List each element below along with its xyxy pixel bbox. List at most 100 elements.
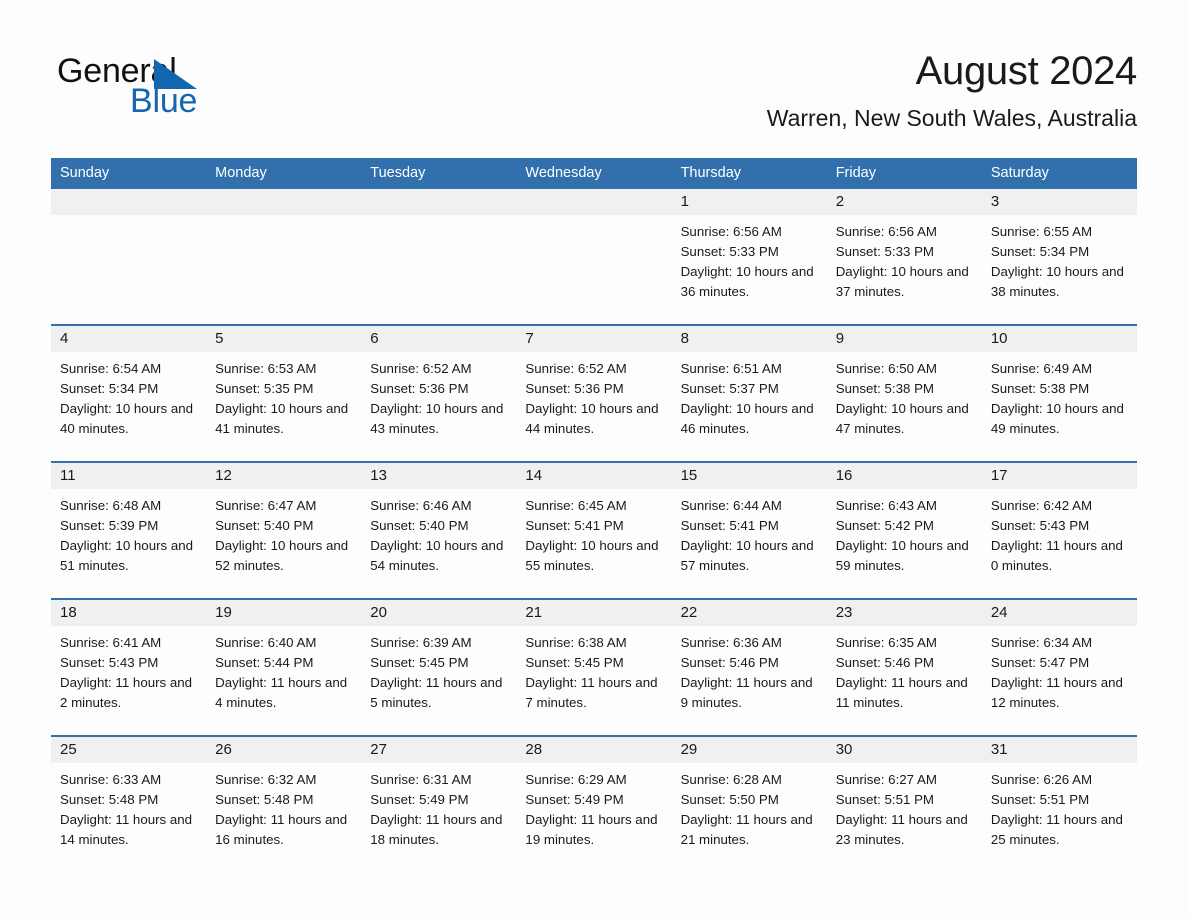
sunset-text: Sunset: 5:39 PM xyxy=(60,518,159,533)
day-cell[interactable]: 8 Sunrise: 6:51 AM Sunset: 5:37 PM Dayli… xyxy=(671,326,827,452)
day-number: 13 xyxy=(361,463,517,489)
daylight-text: Daylight: 10 hours and 46 minutes. xyxy=(680,401,814,436)
day-cell[interactable] xyxy=(361,189,517,315)
day-number: 15 xyxy=(671,463,827,489)
day-number: 22 xyxy=(671,600,827,626)
day-cell[interactable]: 6 Sunrise: 6:52 AM Sunset: 5:36 PM Dayli… xyxy=(361,326,517,452)
daylight-text: Daylight: 10 hours and 54 minutes. xyxy=(370,538,504,573)
sunset-text: Sunset: 5:45 PM xyxy=(370,655,469,670)
sunrise-text: Sunrise: 6:53 AM xyxy=(215,361,317,376)
sunrise-text: Sunrise: 6:48 AM xyxy=(60,498,162,513)
sunrise-text: Sunrise: 6:51 AM xyxy=(680,361,782,376)
calendar-grid: Sunday Monday Tuesday Wednesday Thursday… xyxy=(51,158,1137,863)
sunrise-text: Sunrise: 6:46 AM xyxy=(370,498,472,513)
day-details: Sunrise: 6:52 AM Sunset: 5:36 PM Dayligh… xyxy=(516,352,671,439)
day-details: Sunrise: 6:31 AM Sunset: 5:49 PM Dayligh… xyxy=(361,763,516,850)
day-details: Sunrise: 6:34 AM Sunset: 5:47 PM Dayligh… xyxy=(982,626,1137,713)
day-details xyxy=(206,215,361,222)
day-cell[interactable]: 26 Sunrise: 6:32 AM Sunset: 5:48 PM Dayl… xyxy=(206,737,362,863)
sunset-text: Sunset: 5:34 PM xyxy=(60,381,159,396)
day-number: 5 xyxy=(206,326,362,352)
day-number: 25 xyxy=(51,737,207,763)
day-cell[interactable]: 16 Sunrise: 6:43 AM Sunset: 5:42 PM Dayl… xyxy=(826,463,982,589)
sunset-text: Sunset: 5:47 PM xyxy=(990,655,1090,670)
day-number: 30 xyxy=(826,737,982,763)
daylight-text: Daylight: 11 hours and 14 minutes. xyxy=(60,812,193,847)
day-number: 12 xyxy=(206,463,362,489)
day-number xyxy=(51,189,207,215)
day-details xyxy=(361,215,516,222)
day-cell[interactable]: 29 Sunrise: 6:28 AM Sunset: 5:50 PM Dayl… xyxy=(671,737,827,863)
day-cell[interactable]: 7 Sunrise: 6:52 AM Sunset: 5:36 PM Dayli… xyxy=(516,326,672,452)
day-cell[interactable]: 31 Sunrise: 6:26 AM Sunset: 5:51 PM Dayl… xyxy=(981,737,1137,863)
day-cell[interactable] xyxy=(51,189,207,315)
daylight-text: Daylight: 10 hours and 57 minutes. xyxy=(680,538,814,573)
day-cell[interactable]: 17 Sunrise: 6:42 AM Sunset: 5:43 PM Dayl… xyxy=(981,463,1137,589)
logo-text-blue: Blue xyxy=(130,82,198,120)
weekday-header-thursday: Thursday xyxy=(680,165,742,181)
day-cell[interactable]: 1 Sunrise: 6:56 AM Sunset: 5:33 PM Dayli… xyxy=(671,189,827,315)
day-details: Sunrise: 6:49 AM Sunset: 5:38 PM Dayligh… xyxy=(982,352,1137,439)
day-cell[interactable]: 12 Sunrise: 6:47 AM Sunset: 5:40 PM Dayl… xyxy=(206,463,362,589)
day-cell[interactable]: 22 Sunrise: 6:36 AM Sunset: 5:46 PM Dayl… xyxy=(671,600,827,726)
day-cell[interactable]: 5 Sunrise: 6:53 AM Sunset: 5:35 PM Dayli… xyxy=(206,326,362,452)
day-details: Sunrise: 6:33 AM Sunset: 5:48 PM Dayligh… xyxy=(51,763,206,850)
day-cell[interactable]: 23 Sunrise: 6:35 AM Sunset: 5:46 PM Dayl… xyxy=(826,600,982,726)
daylight-text: Daylight: 11 hours and 5 minutes. xyxy=(370,675,503,710)
daylight-text: Daylight: 11 hours and 19 minutes. xyxy=(525,812,658,847)
day-details xyxy=(51,215,206,222)
day-cell[interactable] xyxy=(206,189,362,315)
daylight-text: Daylight: 11 hours and 23 minutes. xyxy=(835,812,968,847)
day-details: Sunrise: 6:41 AM Sunset: 5:43 PM Dayligh… xyxy=(51,626,206,713)
day-details xyxy=(516,215,671,222)
day-number: 23 xyxy=(826,600,982,626)
sunset-text: Sunset: 5:45 PM xyxy=(525,655,624,670)
day-cell[interactable]: 14 Sunrise: 6:45 AM Sunset: 5:41 PM Dayl… xyxy=(516,463,672,589)
day-cell[interactable]: 30 Sunrise: 6:27 AM Sunset: 5:51 PM Dayl… xyxy=(826,737,982,863)
day-details: Sunrise: 6:53 AM Sunset: 5:35 PM Dayligh… xyxy=(206,352,361,439)
day-cell[interactable]: 20 Sunrise: 6:39 AM Sunset: 5:45 PM Dayl… xyxy=(361,600,517,726)
day-cell[interactable]: 11 Sunrise: 6:48 AM Sunset: 5:39 PM Dayl… xyxy=(51,463,207,589)
day-number: 28 xyxy=(516,737,672,763)
day-cell[interactable]: 18 Sunrise: 6:41 AM Sunset: 5:43 PM Dayl… xyxy=(51,600,207,726)
day-number: 31 xyxy=(981,737,1137,763)
day-cell[interactable]: 2 Sunrise: 6:56 AM Sunset: 5:33 PM Dayli… xyxy=(826,189,982,315)
day-number: 2 xyxy=(826,189,982,215)
day-cell[interactable]: 27 Sunrise: 6:31 AM Sunset: 5:49 PM Dayl… xyxy=(361,737,517,863)
day-cell[interactable]: 13 Sunrise: 6:46 AM Sunset: 5:40 PM Dayl… xyxy=(361,463,517,589)
daylight-text: Daylight: 11 hours and 16 minutes. xyxy=(215,812,348,847)
day-cell[interactable]: 4 Sunrise: 6:54 AM Sunset: 5:34 PM Dayli… xyxy=(51,326,207,452)
day-details: Sunrise: 6:26 AM Sunset: 5:51 PM Dayligh… xyxy=(982,763,1137,850)
weekday-header-sunday: Sunday xyxy=(60,165,110,181)
sunset-text: Sunset: 5:34 PM xyxy=(990,244,1090,259)
daylight-text: Daylight: 11 hours and 18 minutes. xyxy=(370,812,503,847)
day-number: 1 xyxy=(671,189,827,215)
day-cell[interactable]: 3 Sunrise: 6:55 AM Sunset: 5:34 PM Dayli… xyxy=(981,189,1137,315)
day-details: Sunrise: 6:46 AM Sunset: 5:40 PM Dayligh… xyxy=(361,489,516,576)
daylight-text: Daylight: 11 hours and 0 minutes. xyxy=(990,538,1123,573)
day-details: Sunrise: 6:36 AM Sunset: 5:46 PM Dayligh… xyxy=(672,626,827,713)
day-cell[interactable]: 25 Sunrise: 6:33 AM Sunset: 5:48 PM Dayl… xyxy=(51,737,207,863)
day-details: Sunrise: 6:50 AM Sunset: 5:38 PM Dayligh… xyxy=(827,352,982,439)
day-cell[interactable]: 28 Sunrise: 6:29 AM Sunset: 5:49 PM Dayl… xyxy=(516,737,672,863)
daylight-text: Daylight: 10 hours and 55 minutes. xyxy=(525,538,659,573)
day-details: Sunrise: 6:48 AM Sunset: 5:39 PM Dayligh… xyxy=(51,489,206,576)
day-cell[interactable]: 10 Sunrise: 6:49 AM Sunset: 5:38 PM Dayl… xyxy=(981,326,1137,452)
day-cell[interactable]: 9 Sunrise: 6:50 AM Sunset: 5:38 PM Dayli… xyxy=(826,326,982,452)
day-cell[interactable]: 24 Sunrise: 6:34 AM Sunset: 5:47 PM Dayl… xyxy=(981,600,1137,726)
sunrise-text: Sunrise: 6:33 AM xyxy=(60,772,162,787)
sunrise-text: Sunrise: 6:28 AM xyxy=(680,772,782,787)
day-details: Sunrise: 6:38 AM Sunset: 5:45 PM Dayligh… xyxy=(516,626,671,713)
page-title: August 2024 xyxy=(915,49,1138,93)
day-details: Sunrise: 6:35 AM Sunset: 5:46 PM Dayligh… xyxy=(827,626,982,713)
day-cell[interactable]: 19 Sunrise: 6:40 AM Sunset: 5:44 PM Dayl… xyxy=(206,600,362,726)
sunrise-text: Sunrise: 6:39 AM xyxy=(370,635,472,650)
day-details: Sunrise: 6:32 AM Sunset: 5:48 PM Dayligh… xyxy=(206,763,361,850)
day-cell[interactable]: 21 Sunrise: 6:38 AM Sunset: 5:45 PM Dayl… xyxy=(516,600,672,726)
sunrise-text: Sunrise: 6:54 AM xyxy=(60,361,162,376)
day-cell[interactable] xyxy=(516,189,672,315)
day-details: Sunrise: 6:42 AM Sunset: 5:43 PM Dayligh… xyxy=(982,489,1137,576)
sunrise-text: Sunrise: 6:44 AM xyxy=(680,498,782,513)
sunrise-text: Sunrise: 6:50 AM xyxy=(835,361,937,376)
day-cell[interactable]: 15 Sunrise: 6:44 AM Sunset: 5:41 PM Dayl… xyxy=(671,463,827,589)
